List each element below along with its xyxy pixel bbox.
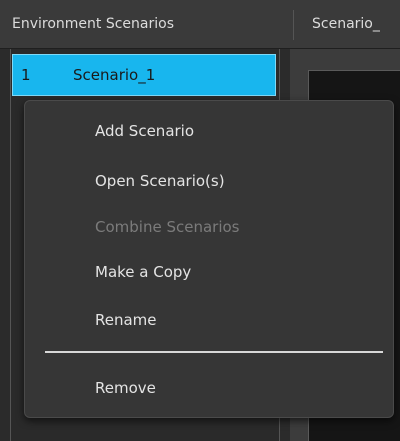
menu-item-add-scenario[interactable]: Add Scenario	[95, 111, 194, 151]
menu-separator	[45, 351, 383, 353]
scenario-number: 1	[21, 66, 31, 84]
menu-item-make-a-copy[interactable]: Make a Copy	[95, 252, 191, 292]
scenario-list-item[interactable]: 1 Scenario_1	[12, 54, 276, 96]
scenario-manager-window: Environment Scenarios Scenario_ 1 Scenar…	[0, 0, 400, 441]
menu-item-remove[interactable]: Remove	[95, 368, 156, 408]
tab-environment-scenarios[interactable]: Environment Scenarios	[12, 0, 174, 48]
scenario-name: Scenario_1	[73, 66, 156, 84]
context-menu: Add Scenario Open Scenario(s) Combine Sc…	[24, 100, 394, 418]
tab-divider	[293, 10, 294, 40]
menu-item-open-scenarios[interactable]: Open Scenario(s)	[95, 161, 225, 201]
tab-bar: Environment Scenarios Scenario_	[0, 0, 400, 49]
menu-item-combine-scenarios: Combine Scenarios	[95, 218, 240, 236]
tab-scenario[interactable]: Scenario_	[312, 0, 380, 48]
menu-item-rename[interactable]: Rename	[95, 300, 157, 340]
